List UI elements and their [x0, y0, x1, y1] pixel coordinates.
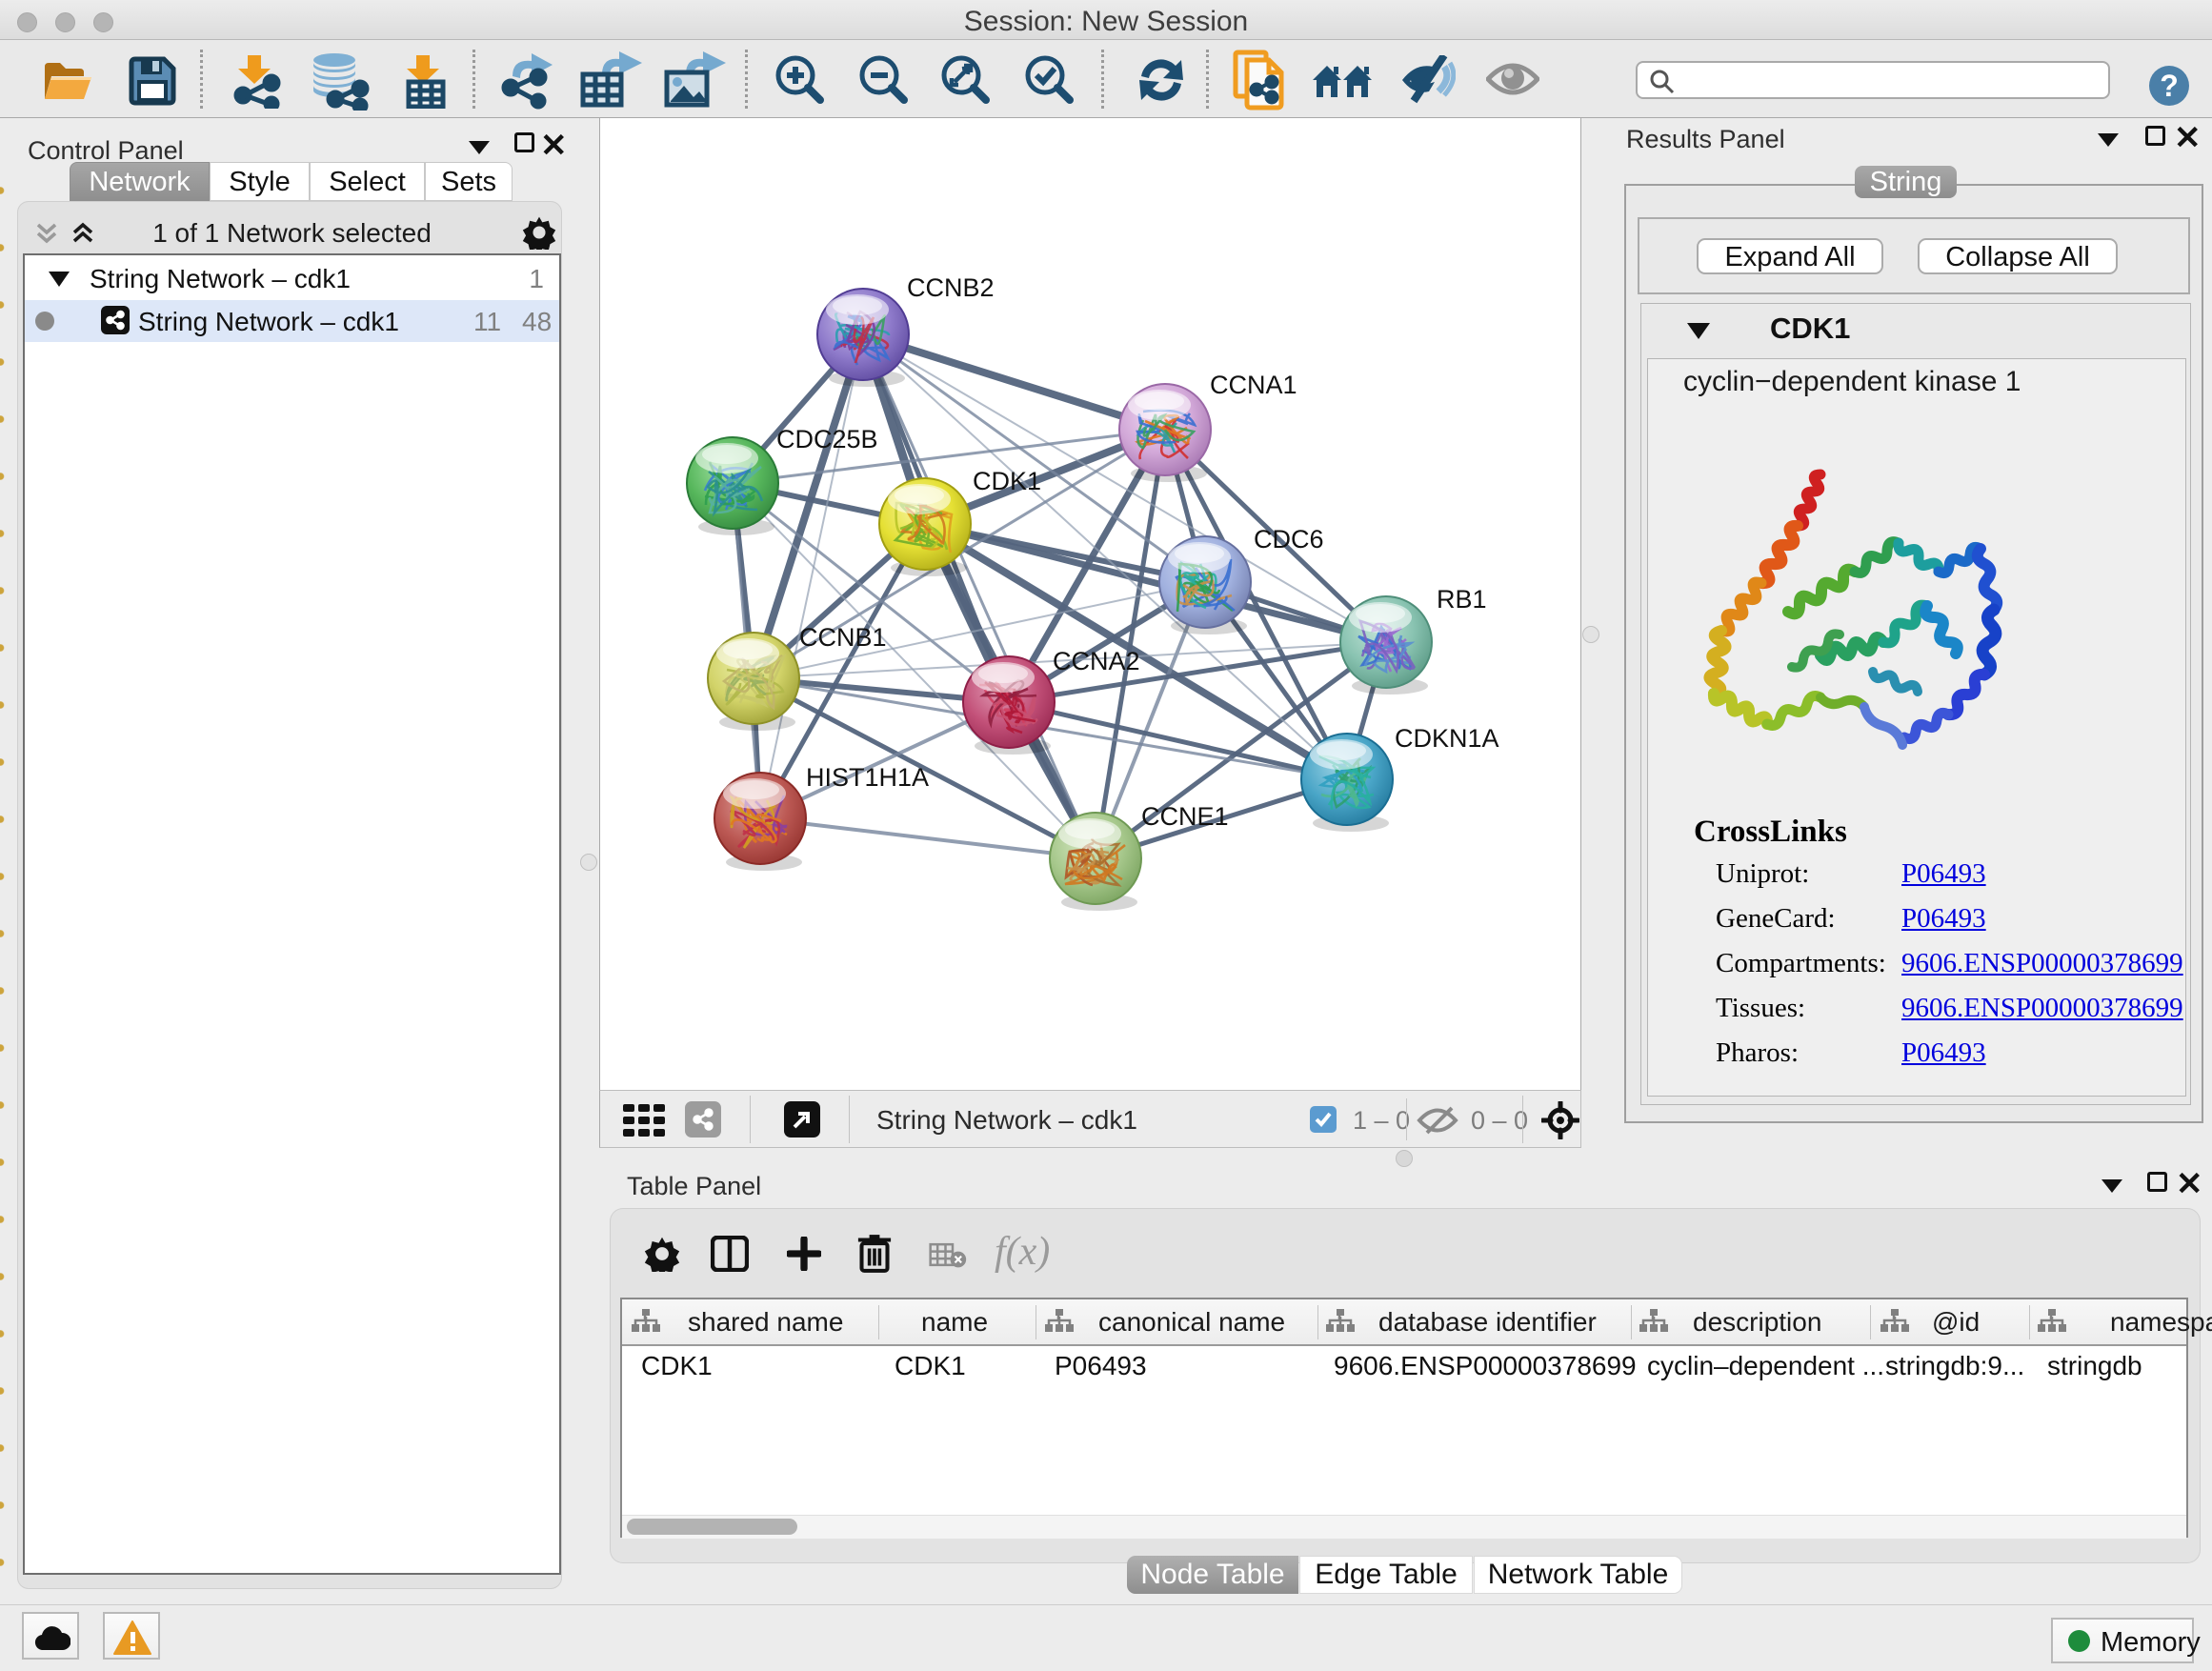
svg-text:CCNA2: CCNA2 [1053, 647, 1140, 675]
svg-text:CDK1: CDK1 [973, 467, 1041, 495]
svg-text:CDKN1A: CDKN1A [1395, 724, 1499, 753]
svg-text:CCNE1: CCNE1 [1141, 802, 1229, 831]
svg-text:HIST1H1A: HIST1H1A [806, 763, 929, 792]
svg-text:CCNB2: CCNB2 [907, 273, 995, 302]
svg-text:CDC25B: CDC25B [776, 425, 878, 453]
svg-text:CDC6: CDC6 [1254, 525, 1324, 554]
svg-text:RB1: RB1 [1437, 585, 1487, 614]
svg-text:CCNA1: CCNA1 [1210, 371, 1297, 399]
svg-text:CCNB1: CCNB1 [799, 623, 887, 652]
